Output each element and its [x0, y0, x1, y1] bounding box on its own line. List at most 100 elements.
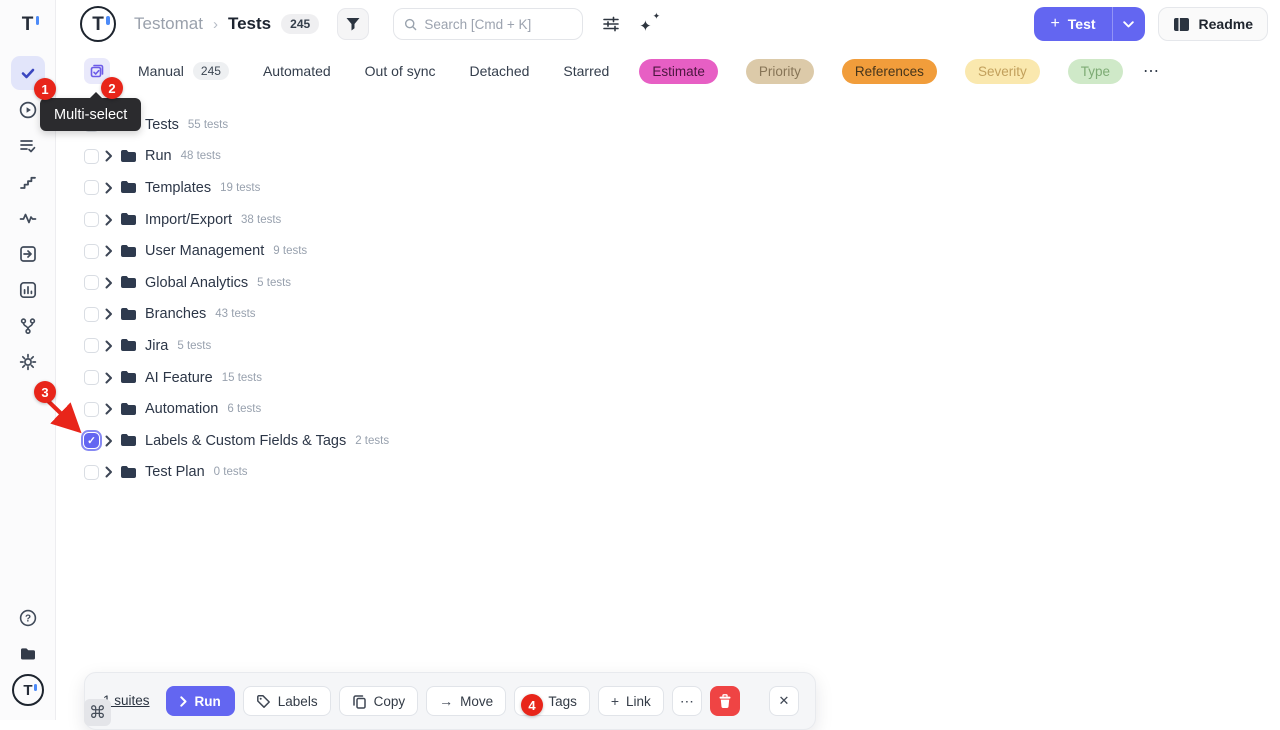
tree-row[interactable]: Automation 6 tests: [56, 393, 1280, 425]
row-checkbox[interactable]: [84, 307, 99, 322]
tree-row[interactable]: Templates 19 tests: [56, 172, 1280, 204]
view-settings-button[interactable]: [601, 14, 621, 34]
sidebar-logo[interactable]: T: [0, 0, 55, 48]
labels-label: Labels: [278, 694, 318, 709]
tag-pill[interactable]: Priority: [746, 59, 814, 84]
sidebar-item-settings[interactable]: [11, 344, 45, 380]
project-logo[interactable]: T: [80, 6, 116, 42]
folder-icon: [120, 370, 137, 385]
tree-row[interactable]: Jira 5 tests: [56, 330, 1280, 362]
suite-name[interactable]: Jira: [145, 338, 168, 354]
trash-icon: [718, 694, 732, 709]
sidebar-item-test-plans[interactable]: [11, 128, 45, 164]
suite-name[interactable]: Branches: [145, 306, 206, 322]
import-icon: [18, 244, 38, 264]
suite-name[interactable]: Automation: [145, 401, 218, 417]
tree-row[interactable]: Branches 43 tests: [56, 299, 1280, 331]
sidebar-item-milestones[interactable]: [11, 164, 45, 200]
suite-name[interactable]: Import/Export: [145, 212, 232, 228]
row-checkbox[interactable]: [84, 244, 99, 259]
folder-icon: [120, 244, 137, 259]
row-checkbox[interactable]: [84, 338, 99, 353]
new-test-split-button[interactable]: + Test: [1034, 7, 1144, 41]
row-checkbox[interactable]: [84, 465, 99, 480]
link-button[interactable]: + Link: [598, 686, 664, 716]
row-checkbox[interactable]: [84, 370, 99, 385]
readme-button[interactable]: Readme: [1158, 7, 1268, 41]
tag-pill[interactable]: Severity: [965, 59, 1040, 84]
tag-pill[interactable]: References: [842, 59, 937, 84]
new-test-button[interactable]: + Test: [1034, 7, 1111, 41]
tree-row[interactable]: Test Plan 0 tests: [56, 457, 1280, 489]
filter-button[interactable]: [337, 8, 369, 40]
sidebar-item-help[interactable]: ?: [11, 600, 45, 636]
chevron-right-icon[interactable]: [105, 403, 113, 415]
close-bar-button[interactable]: ✕: [769, 686, 799, 716]
sidebar-item-workspace[interactable]: T: [11, 672, 45, 708]
tree-row[interactable]: Run 48 tests: [56, 141, 1280, 173]
sidebar-item-pulse[interactable]: [11, 200, 45, 236]
tab[interactable]: Manual 245: [138, 62, 229, 80]
chevron-right-icon[interactable]: [105, 308, 113, 320]
chevron-right-icon[interactable]: [105, 245, 113, 257]
tree-row[interactable]: Import/Export 38 tests: [56, 204, 1280, 236]
tab[interactable]: Detached: [469, 63, 529, 79]
chevron-right-icon[interactable]: [105, 372, 113, 384]
tree-row[interactable]: AI Feature 15 tests: [56, 362, 1280, 394]
search-input[interactable]: [424, 17, 572, 32]
breadcrumb-project[interactable]: Testomat: [134, 14, 203, 34]
plus-icon: +: [1050, 15, 1059, 33]
tag-pill[interactable]: Estimate: [639, 59, 718, 84]
sidebar-item-branches[interactable]: [11, 308, 45, 344]
suite-name[interactable]: AI Feature: [145, 370, 213, 386]
ai-assistant-button[interactable]: ✦✦: [639, 13, 661, 35]
row-checkbox[interactable]: [84, 275, 99, 290]
chevron-right-icon[interactable]: [105, 277, 113, 289]
sidebar-item-analytics[interactable]: [11, 272, 45, 308]
chevron-right-icon[interactable]: [105, 466, 113, 478]
search-box[interactable]: [393, 8, 583, 40]
tree-row[interactable]: Tests 55 tests: [56, 109, 1280, 141]
new-test-dropdown-button[interactable]: [1113, 7, 1145, 41]
tag-pill[interactable]: Type: [1068, 59, 1123, 84]
more-actions-button[interactable]: ⋯: [672, 686, 702, 716]
suite-name[interactable]: Test Plan: [145, 464, 205, 480]
move-button[interactable]: → Move: [426, 686, 506, 716]
suite-name[interactable]: Labels & Custom Fields & Tags: [145, 433, 346, 449]
folder-icon: [120, 465, 137, 480]
breadcrumb: Testomat › Tests 245: [134, 14, 319, 34]
suite-name[interactable]: Tests: [145, 117, 179, 133]
tab[interactable]: Starred: [563, 63, 609, 79]
labels-button[interactable]: Labels: [243, 686, 331, 716]
tree-row[interactable]: Labels & Custom Fields & Tags 2 tests: [56, 425, 1280, 457]
tree-row[interactable]: User Management 9 tests: [56, 235, 1280, 267]
suite-name[interactable]: User Management: [145, 243, 264, 259]
delete-button[interactable]: [710, 686, 740, 716]
copy-button[interactable]: Copy: [339, 686, 419, 716]
suite-name[interactable]: Templates: [145, 180, 211, 196]
suite-test-count: 2 tests: [355, 435, 389, 447]
row-checkbox[interactable]: [84, 180, 99, 195]
suite-tree: Tests 55 tests Run 48 tests Templates: [56, 109, 1280, 488]
tab[interactable]: Automated: [263, 63, 331, 79]
chevron-right-icon[interactable]: [105, 214, 113, 226]
sidebar-item-projects[interactable]: [11, 636, 45, 672]
folder-icon: [120, 402, 137, 417]
run-button[interactable]: Run: [166, 686, 235, 716]
tests-count-badge: 245: [281, 14, 319, 34]
sidebar-item-import[interactable]: [11, 236, 45, 272]
row-checkbox[interactable]: [84, 149, 99, 164]
chevron-right-icon[interactable]: [105, 150, 113, 162]
chevron-right-icon[interactable]: [105, 435, 113, 447]
tree-row[interactable]: Global Analytics 5 tests: [56, 267, 1280, 299]
tab[interactable]: Out of sync: [365, 63, 436, 79]
chevron-right-icon[interactable]: [105, 182, 113, 194]
row-checkbox[interactable]: [84, 212, 99, 227]
header: T Testomat › Tests 245 ✦✦ + Test: [56, 0, 1280, 48]
chevron-right-icon[interactable]: [105, 340, 113, 352]
suite-name[interactable]: Run: [145, 148, 172, 164]
suite-name[interactable]: Global Analytics: [145, 275, 248, 291]
more-tags-button[interactable]: ⋯: [1143, 61, 1160, 81]
callout-badge-4: 4: [521, 694, 543, 716]
tabs: Manual 245 Automated Out of sync Detache…: [138, 62, 609, 80]
